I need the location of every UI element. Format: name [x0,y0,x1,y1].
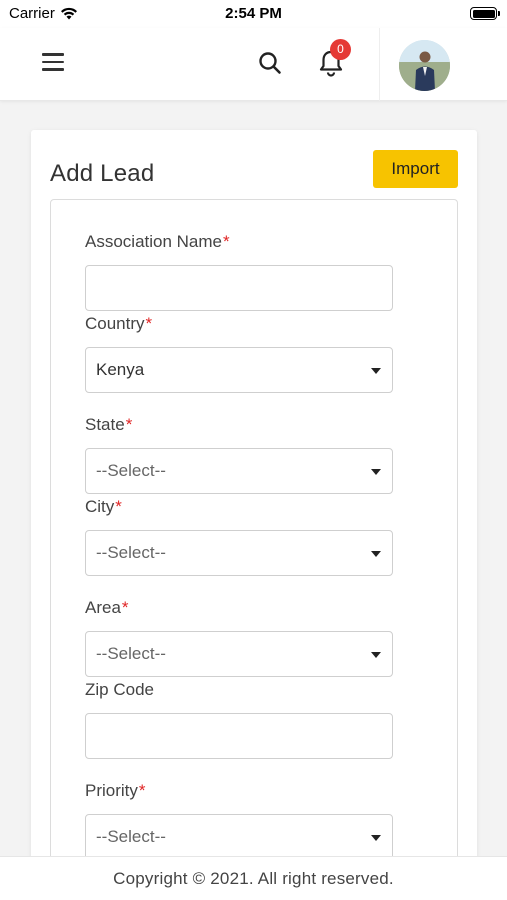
country-label: Country* [85,314,152,334]
city-label: City* [85,497,122,517]
association-name-label-text: Association Name [85,232,223,251]
priority-label-text: Priority [85,781,138,800]
priority-label: Priority* [85,781,146,801]
country-select[interactable]: Kenya [85,347,393,393]
required-marker: * [138,781,146,800]
required-marker: * [121,598,129,617]
association-name-input[interactable] [85,265,393,311]
avatar[interactable] [399,40,450,91]
city-label-text: City [85,497,115,516]
country-select-value: Kenya [96,360,145,379]
zip-code-label-text: Zip Code [85,680,154,699]
menu-icon[interactable] [42,53,64,71]
battery-icon [470,7,500,20]
association-name-label: Association Name* [85,232,230,252]
notification-badge: 0 [330,39,351,60]
country-label-text: Country [85,314,145,333]
user-photo-icon [399,40,450,91]
state-select-value: --Select-- [96,461,166,480]
dropdown-arrow-icon [371,469,381,475]
state-select[interactable]: --Select-- [85,448,393,494]
required-marker: * [145,314,153,333]
search-icon[interactable] [256,49,284,77]
dropdown-arrow-icon [371,551,381,557]
area-label: Area* [85,598,129,618]
status-bar: Carrier 2:54 PM [0,0,507,28]
city-select-value: --Select-- [96,543,166,562]
dropdown-arrow-icon [371,368,381,374]
zip-code-label: Zip Code [85,680,154,700]
header-divider [379,28,380,101]
status-time: 2:54 PM [225,5,282,22]
dropdown-arrow-icon [371,835,381,841]
state-label-text: State [85,415,125,434]
area-label-text: Area [85,598,121,617]
dropdown-arrow-icon [371,652,381,658]
required-marker: * [125,415,133,434]
footer: Copyright © 2021. All right reserved. [0,856,507,900]
copyright-text: Copyright © 2021. All right reserved. [113,869,394,888]
area-select[interactable]: --Select-- [85,631,393,677]
zip-code-input[interactable] [85,713,393,759]
priority-select-value: --Select-- [96,827,166,846]
page-title: Add Lead [50,160,155,187]
priority-select[interactable]: --Select-- [85,814,393,860]
city-select[interactable]: --Select-- [85,530,393,576]
import-button[interactable]: Import [373,150,458,188]
required-marker: * [115,497,122,516]
state-label: State* [85,415,132,435]
required-marker: * [223,232,230,251]
area-select-value: --Select-- [96,644,166,663]
